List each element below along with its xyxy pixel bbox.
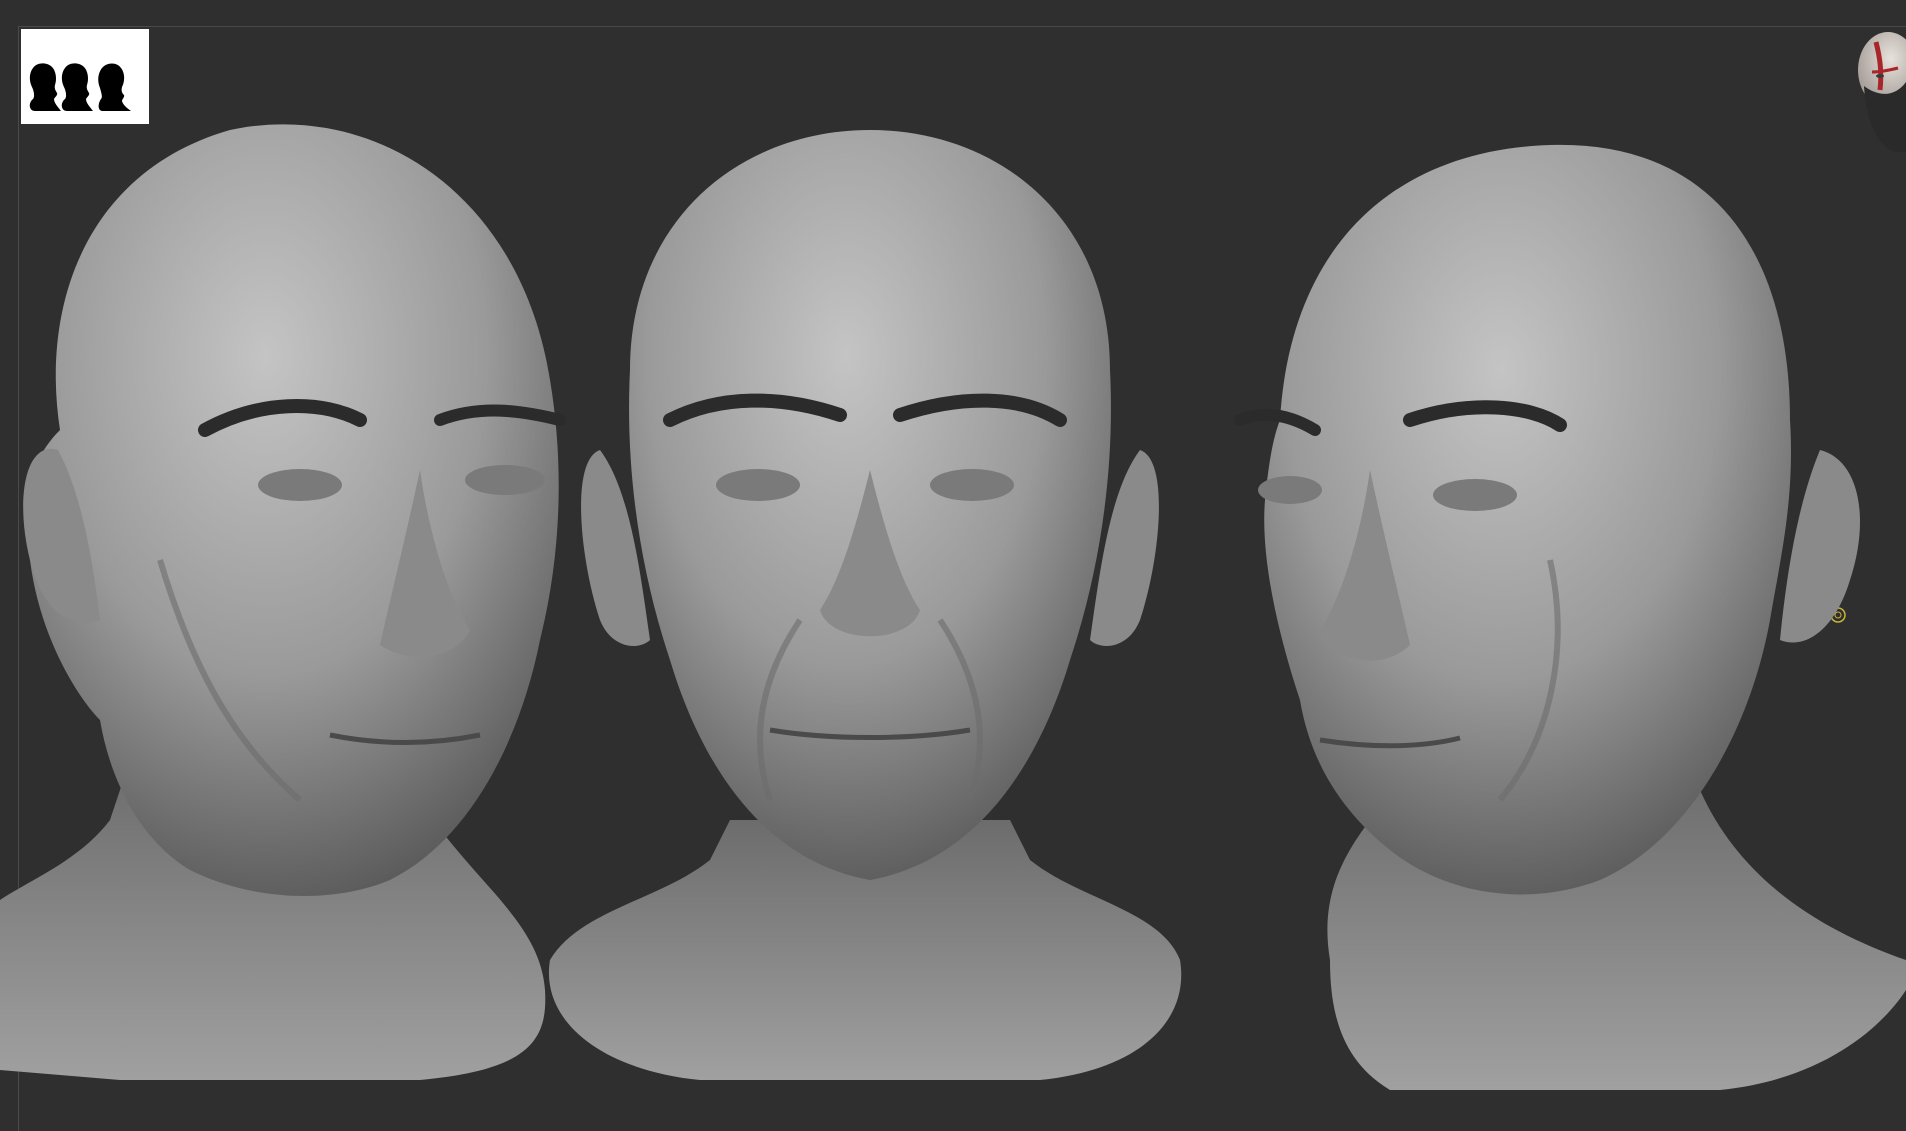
bust-front[interactable] bbox=[540, 0, 1200, 1131]
bust-three-quarter-left[interactable] bbox=[0, 0, 580, 1131]
zbrush-viewport[interactable] bbox=[0, 0, 1906, 1131]
bust-three-quarter-right[interactable] bbox=[1220, 0, 1906, 1131]
